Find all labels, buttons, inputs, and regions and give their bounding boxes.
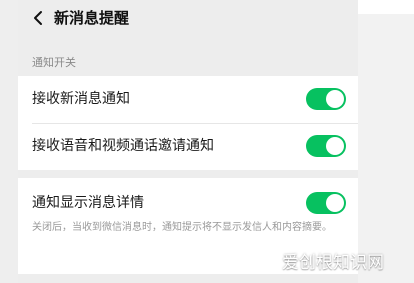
setting-row-show-details[interactable]: 通知显示消息详情 <box>18 178 358 218</box>
settings-card-notifications: 接收新消息通知 接收语音和视频通话邀请通知 <box>18 76 358 170</box>
chevron-left-icon <box>34 11 42 25</box>
page-title: 新消息提醒 <box>54 9 130 27</box>
setting-label: 通知显示消息详情 <box>32 195 144 211</box>
background-left <box>0 0 18 283</box>
toggle-new-message[interactable] <box>306 88 346 110</box>
background-right <box>358 0 414 283</box>
watermark: 爱创根知识网 <box>282 253 384 273</box>
setting-label: 接收语音和视频通话邀请通知 <box>32 138 214 154</box>
toggle-knob <box>326 194 344 212</box>
setting-row-call-invite[interactable]: 接收语音和视频通话邀请通知 <box>18 123 358 170</box>
settings-panel: 新消息提醒 通知开关 接收新消息通知 接收语音和视频通话邀请通知 通知显示消息详… <box>18 0 358 283</box>
toggle-knob <box>326 137 344 155</box>
section-label-switch: 通知开关 <box>32 56 76 69</box>
setting-label: 接收新消息通知 <box>32 91 130 107</box>
toggle-show-details[interactable] <box>306 192 346 214</box>
background-top-right <box>358 0 414 14</box>
nav-header: 新消息提醒 <box>18 0 358 38</box>
toggle-call-invite[interactable] <box>306 135 346 157</box>
back-button[interactable] <box>26 6 50 30</box>
setting-description: 关闭后，当收到微信消息时，通知提示将不显示发信人和内容摘要。 <box>32 222 332 233</box>
toggle-knob <box>326 90 344 108</box>
setting-row-new-message[interactable]: 接收新消息通知 <box>18 76 358 123</box>
